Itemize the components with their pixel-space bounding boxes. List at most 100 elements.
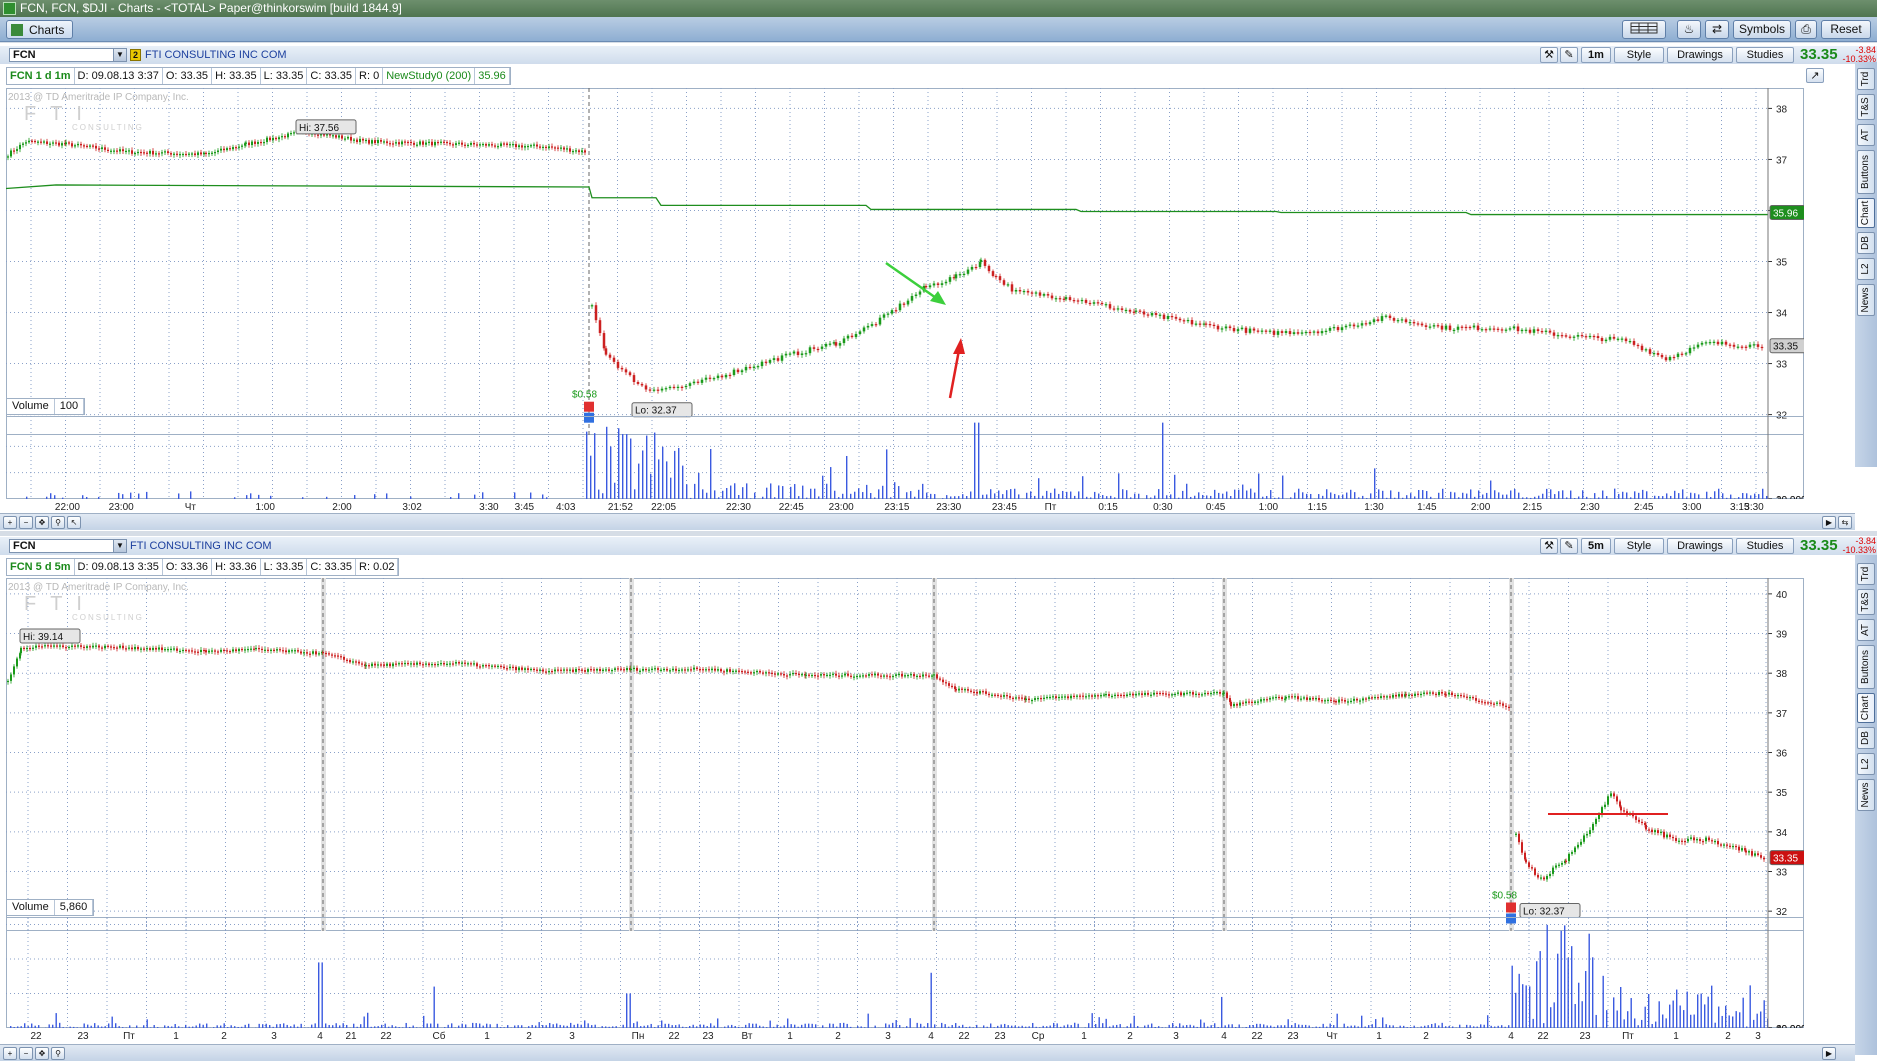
bottom-pre-candle (1368, 697, 1370, 699)
bottom-time-axis: 22 23 Пт 1 2 3 4 21 22 Сб 1 2 3 Пн 22 23 Вт 1 2 3 4 22 23 Ср 1 2 3… (30, 1030, 1761, 1042)
bottom-pre-candle (29, 647, 31, 650)
link-button[interactable]: ⇄ (1705, 20, 1729, 39)
top-volume-bar (1214, 489, 1216, 499)
sidebar-tab-news[interactable]: News (1857, 779, 1875, 811)
bottom-logo-sub: CONSULTING (72, 613, 144, 622)
bottom-edit-button[interactable]: ✎ (1560, 538, 1578, 554)
bottom-studies-button[interactable]: Studies (1736, 538, 1794, 554)
bottom-aggregation-button[interactable]: 5m (1581, 538, 1611, 554)
chevron-down-icon[interactable]: ▼ (113, 49, 126, 61)
bottom-price-frame (6, 578, 1804, 931)
pan-icon[interactable]: ✥ (35, 516, 49, 529)
bottom-pre-candle (1248, 701, 1250, 703)
top-volume-bar (594, 433, 596, 499)
calendar-event-icon[interactable] (584, 401, 594, 412)
zoom-in-icon[interactable]: + (3, 1047, 17, 1060)
bottom-post-candle (1717, 840, 1719, 845)
bottom-pre-candle (880, 675, 882, 677)
bottom-pre-candle (1460, 694, 1462, 697)
calendar-event-icon[interactable] (1506, 902, 1516, 913)
top-pre-candle (34, 140, 36, 143)
top-post-candle (608, 354, 612, 358)
top-edit-button[interactable]: ✎ (1560, 47, 1578, 63)
top-post-candle (1046, 294, 1050, 296)
top-volume-chart[interactable]: 20,00010,000 (6, 416, 1804, 499)
bottom-pre-candle (476, 663, 478, 667)
bottom-pre-candle (1505, 705, 1507, 707)
top-volume-bar (1510, 490, 1512, 499)
zoom-in-icon[interactable]: + (3, 516, 17, 529)
zoom-out-icon[interactable]: − (19, 1047, 33, 1060)
expand-icon[interactable]: ⇆ (1838, 516, 1852, 529)
scroll-right-icon[interactable]: ▶ (1822, 1047, 1836, 1060)
top-info-study: NewStudy0 (200) (383, 68, 476, 84)
bottom-style-button[interactable]: Style (1614, 538, 1664, 554)
bottom-pre-candle (407, 662, 409, 665)
grid-layout-button[interactable] (1622, 20, 1666, 39)
chevron-down-icon[interactable]: ▼ (113, 540, 126, 552)
pan-icon[interactable]: ✥ (35, 1047, 49, 1060)
top-volume-bar (978, 422, 980, 499)
top-tools-button[interactable]: ⚒ (1540, 47, 1558, 63)
bottom-symbol-input[interactable]: FCN ▼ (9, 539, 127, 553)
cursor-icon[interactable]: ↖ (67, 516, 81, 529)
bottom-pre-candle (1061, 696, 1063, 698)
top-pre-candle (386, 141, 388, 144)
bottom-time-label: 1 (1376, 1031, 1382, 1042)
top-post-candle (898, 303, 902, 311)
top-price-chart[interactable]: 2013 @ TD Ameritrade IP Company, Inc.FTI… (6, 88, 1804, 435)
bottom-price-chart[interactable]: 2013 @ TD Ameritrade IP Company, Inc.FTI… (6, 578, 1804, 931)
top-studies-button[interactable]: Studies (1736, 47, 1794, 63)
bottom-pre-candle (491, 665, 493, 667)
top-aggregation-button[interactable]: 1m (1581, 47, 1611, 63)
top-maximize-button[interactable]: ↗ (1806, 68, 1824, 83)
bottom-drawings-button[interactable]: Drawings (1667, 538, 1733, 554)
top-pre-candle (494, 145, 496, 147)
magnifier-icon[interactable]: ⚲ (51, 516, 65, 529)
top-time-label: 23:00 (109, 502, 134, 513)
bottom-pre-candle (110, 646, 112, 648)
bottom-volume-chart[interactable]: 60,00040,00020,000 (6, 917, 1804, 1028)
top-post-candle (1372, 319, 1376, 323)
bottom-pre-candle (467, 663, 469, 665)
top-link-badge[interactable]: 2 (130, 49, 141, 61)
zoom-out-icon[interactable]: − (19, 516, 33, 529)
top-post-candle (1092, 302, 1096, 304)
bottom-volume-bar (1627, 1011, 1629, 1028)
top-pre-candle (350, 136, 352, 141)
top-post-candle (590, 305, 594, 307)
top-symbol-input[interactable]: FCN ▼ (9, 48, 127, 62)
top-pre-candle (71, 143, 73, 147)
magnifier-icon[interactable]: ⚲ (51, 1047, 65, 1060)
top-post-candle (1236, 329, 1240, 332)
top-pre-candle (512, 144, 514, 146)
top-post-candle (680, 386, 684, 389)
top-volume-bar (722, 490, 724, 499)
top-pre-candle (223, 148, 225, 151)
top-pre-candle (482, 143, 484, 146)
top-pre-candle (248, 142, 250, 146)
top-post-candle (628, 372, 632, 376)
bottom-pre-candle (383, 664, 385, 666)
top-drawings-button[interactable]: Drawings (1667, 47, 1733, 63)
bottom-pre-candle (648, 669, 650, 671)
reset-button[interactable]: Reset (1821, 20, 1871, 39)
scroll-right-icon[interactable]: ▶ (1822, 516, 1836, 529)
sidebar-tab-news[interactable]: News (1857, 284, 1875, 316)
symbols-button[interactable]: Symbols (1733, 20, 1791, 39)
top-pre-candle (205, 152, 207, 154)
alert-bell-button[interactable]: ♨ (1677, 20, 1701, 39)
bottom-pre-candle (194, 651, 196, 653)
top-style-button[interactable]: Style (1614, 47, 1664, 63)
top-post-candle (1712, 341, 1716, 343)
bottom-pre-candle (832, 673, 834, 675)
bottom-pre-candle (255, 648, 257, 650)
print-button[interactable]: ⎙ (1795, 20, 1817, 39)
bottom-volume-bar (1287, 1019, 1289, 1028)
bottom-post-candle (1672, 836, 1674, 839)
bottom-volume-bar (1382, 1017, 1384, 1028)
bottom-volume-bar (1665, 1018, 1667, 1028)
bottom-tools-button[interactable]: ⚒ (1540, 538, 1558, 554)
tab-charts[interactable]: Charts (6, 20, 74, 39)
top-post-candle (1440, 325, 1444, 330)
